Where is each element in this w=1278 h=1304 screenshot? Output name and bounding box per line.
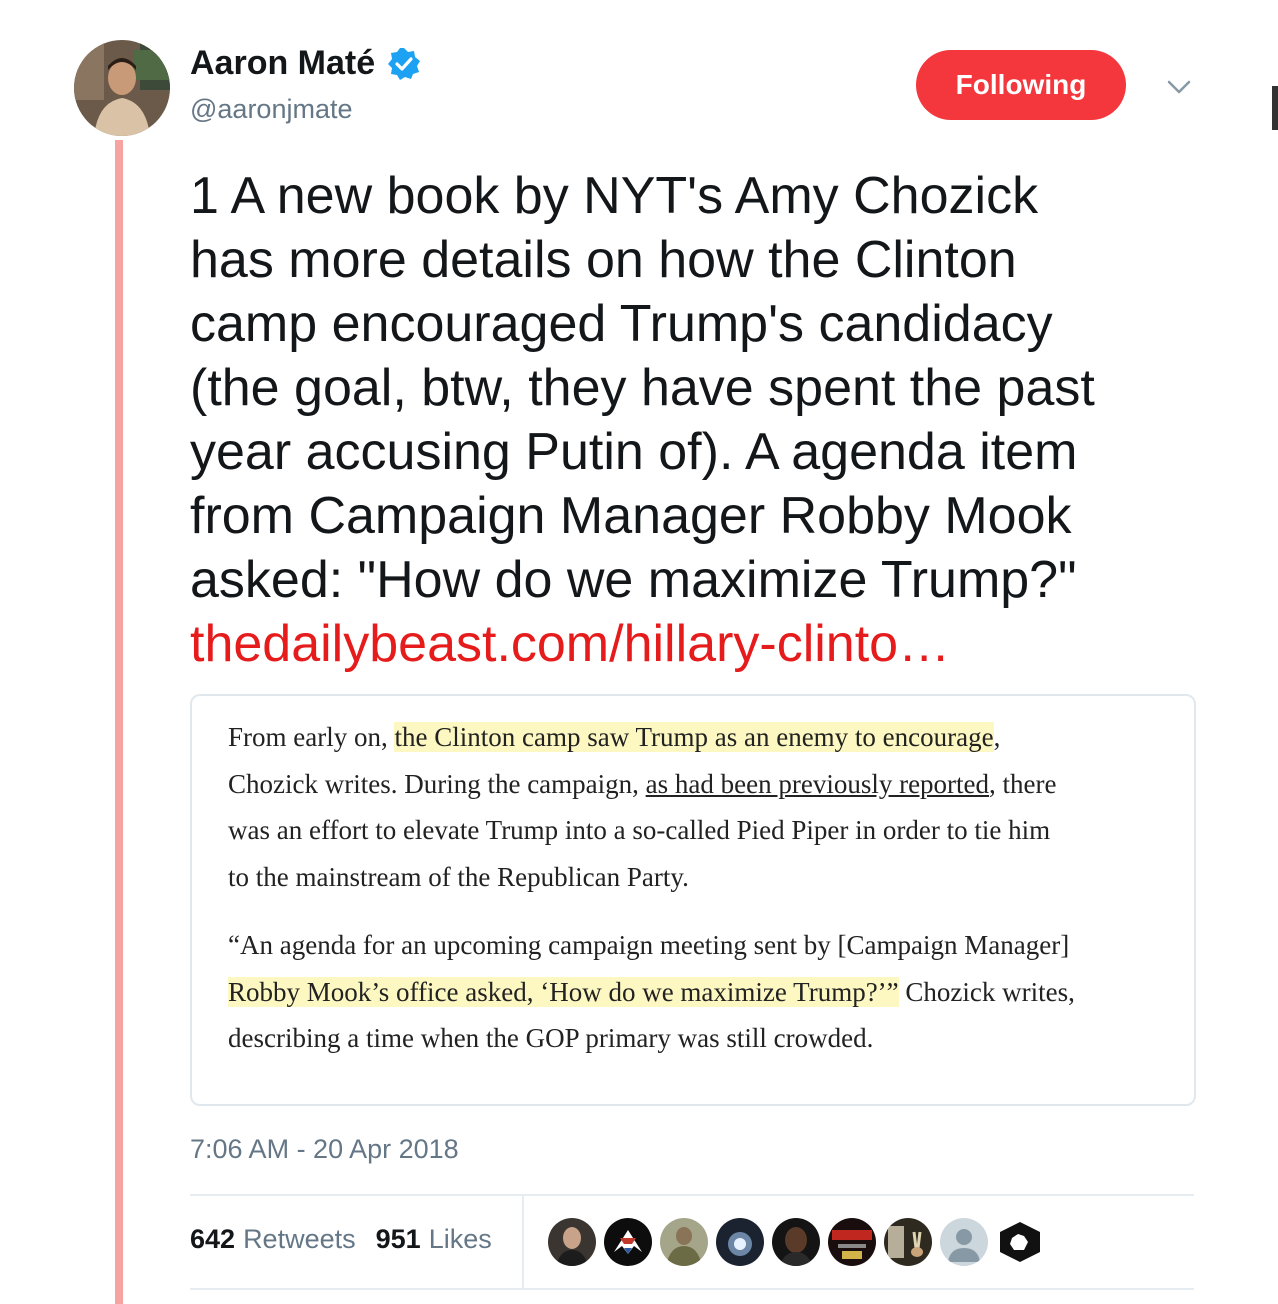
likes-label: Likes bbox=[428, 1224, 492, 1254]
divider bbox=[190, 1194, 1194, 1196]
liker-avatar[interactable] bbox=[884, 1218, 932, 1266]
retweets-label: Retweets bbox=[243, 1224, 356, 1254]
tweet-line: (the goal, btw, they have spent the past bbox=[190, 359, 1095, 417]
article-link[interactable]: thedailybeast.com/hillary-clinto… bbox=[190, 612, 1250, 676]
liker-avatar[interactable] bbox=[940, 1218, 988, 1266]
card-paragraph-2: “An agenda for an upcoming campaign meet… bbox=[228, 922, 1168, 1062]
card-inline-link: as had been previously reported bbox=[645, 768, 990, 799]
tweet-line: 1 A new book by NYT's Amy Chozick bbox=[190, 167, 1039, 225]
card-text: Chozick writes, bbox=[898, 976, 1075, 1007]
card-text: “An agenda for an upcoming campaign meet… bbox=[228, 930, 1070, 960]
chevron-down-icon[interactable] bbox=[1164, 72, 1194, 102]
liker-avatars bbox=[548, 1218, 1044, 1266]
tweet-timestamp[interactable]: 7:06 AM - 20 Apr 2018 bbox=[190, 1134, 459, 1165]
tweet-text: 1 A new book by NYT's Amy Chozick has mo… bbox=[190, 164, 1250, 676]
tweet-line: camp encouraged Trump's candidacy bbox=[190, 295, 1053, 353]
likes-count: 951 bbox=[375, 1224, 421, 1254]
liker-avatar[interactable] bbox=[716, 1218, 764, 1266]
tweet-line: asked: "How do we maximize Trump?" bbox=[190, 551, 1077, 609]
divider bbox=[190, 1288, 1194, 1290]
highlighted-text: Robby Mook’s office asked, ‘How do we ma… bbox=[228, 976, 899, 1007]
article-screenshot-card[interactable]: From early on, the Clinton camp saw Trum… bbox=[190, 694, 1196, 1106]
likes-stat[interactable]: 951 Likes bbox=[376, 1224, 492, 1255]
liker-avatar[interactable] bbox=[996, 1218, 1044, 1266]
card-text: , bbox=[993, 722, 1001, 752]
verified-badge-icon bbox=[387, 47, 421, 81]
retweets-count: 642 bbox=[190, 1224, 236, 1254]
card-paragraph-1: From early on, the Clinton camp saw Trum… bbox=[228, 714, 1168, 900]
liker-avatar[interactable] bbox=[548, 1218, 596, 1266]
following-button[interactable]: Following bbox=[916, 50, 1126, 120]
card-text: describing a time when the GOP primary w… bbox=[228, 1023, 874, 1053]
tweet-stats: 642 Retweets 951 Likes bbox=[190, 1224, 492, 1255]
author-name[interactable]: Aaron Maté bbox=[190, 44, 375, 83]
author-handle[interactable]: @aaronjmate bbox=[190, 94, 353, 125]
card-text: was an effort to elevate Trump into a so… bbox=[228, 815, 1051, 845]
thread-line bbox=[115, 140, 123, 1304]
tweet-line: year accusing Putin of). A agenda item bbox=[190, 423, 1078, 481]
liker-avatar[interactable] bbox=[604, 1218, 652, 1266]
tweet-line: from Campaign Manager Robby Mook bbox=[190, 487, 1072, 545]
liker-avatar[interactable] bbox=[660, 1218, 708, 1266]
window-edge bbox=[1272, 86, 1278, 130]
author-avatar[interactable] bbox=[74, 40, 170, 136]
retweets-stat[interactable]: 642 Retweets bbox=[190, 1224, 356, 1255]
highlighted-text: the Clinton camp saw Trump as an enemy t… bbox=[394, 722, 994, 752]
card-text: , there bbox=[989, 768, 1057, 799]
stats-separator bbox=[522, 1196, 524, 1288]
tweet-line: has more details on how the Clinton bbox=[190, 231, 1017, 289]
card-text: From early on, bbox=[228, 722, 395, 752]
card-text: to the mainstream of the Republican Part… bbox=[228, 861, 689, 892]
liker-avatar[interactable] bbox=[828, 1218, 876, 1266]
liker-avatar[interactable] bbox=[772, 1218, 820, 1266]
card-text: Chozick writes. During the campaign, bbox=[228, 768, 646, 799]
